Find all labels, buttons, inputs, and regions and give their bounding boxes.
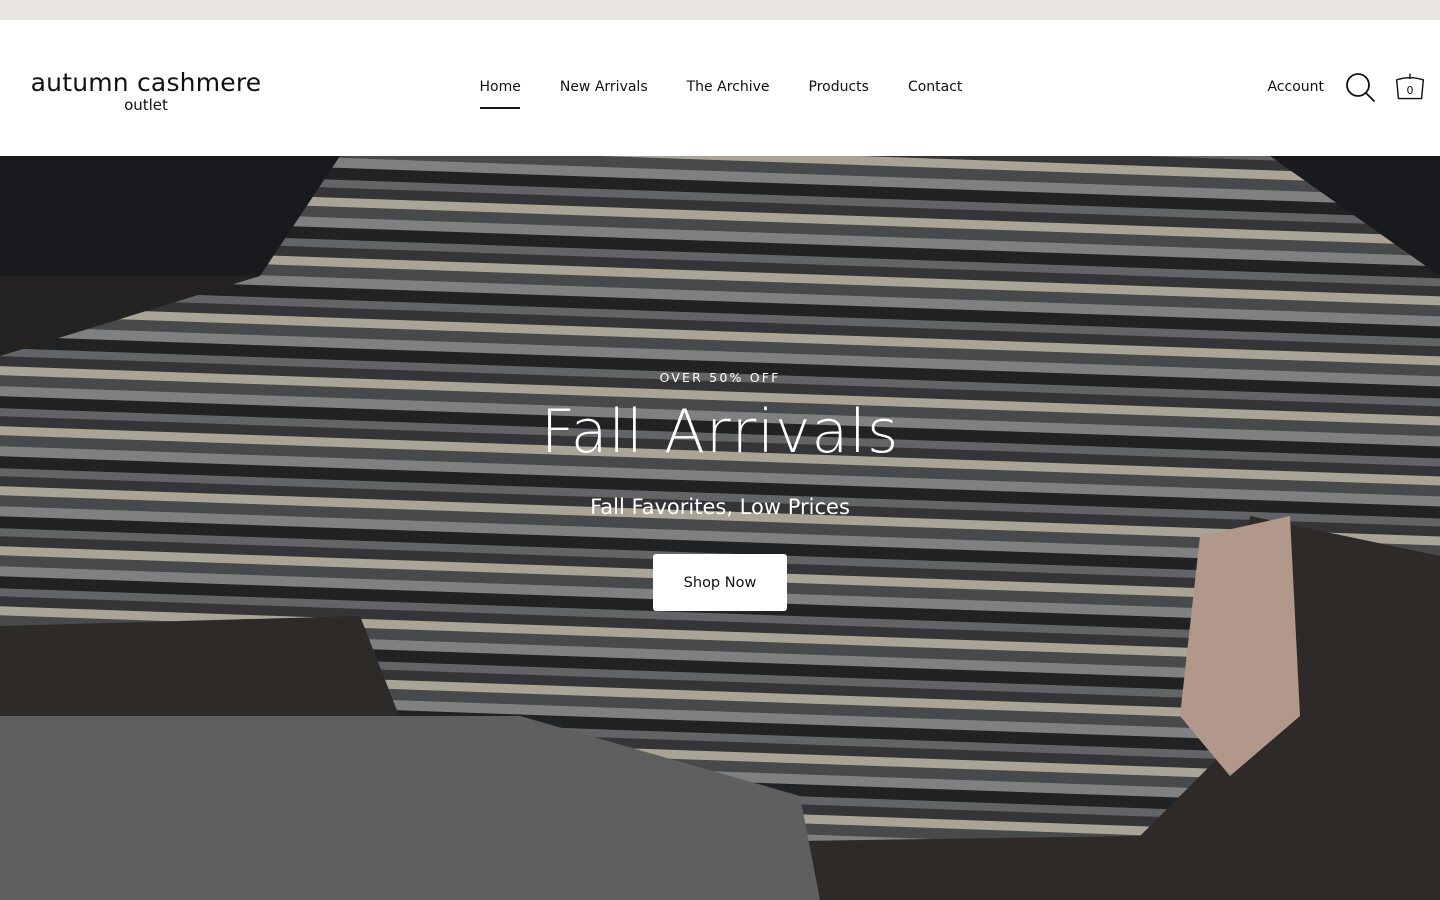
shop-now-button[interactable]: Shop Now — [653, 554, 787, 611]
logo-line1: autumn cashmere — [30, 68, 262, 97]
nav-item-new-arrivals[interactable]: New Arrivals — [540, 73, 667, 103]
main-nav: Home New Arrivals The Archive Products C… — [460, 73, 982, 109]
site-header: autumn cashmere outlet Home New Arrivals… — [0, 20, 1440, 156]
account-link[interactable]: Account — [1267, 79, 1324, 95]
cart-button[interactable]: 0 — [1394, 70, 1426, 104]
hero-content: OVER 50% OFF Fall Arrivals Fall Favorite… — [0, 156, 1440, 900]
search-icon — [1346, 73, 1375, 102]
logo-line2: outlet — [124, 96, 168, 114]
search-button[interactable] — [1344, 70, 1376, 104]
site-logo[interactable]: autumn cashmere outlet — [26, 68, 266, 115]
nav-item-products[interactable]: Products — [789, 73, 888, 103]
hero-banner: OVER 50% OFF Fall Arrivals Fall Favorite… — [0, 156, 1440, 900]
header-actions: Account 0 — [1267, 64, 1426, 110]
announcement-bar — [0, 0, 1440, 20]
cart-count: 0 — [1406, 84, 1414, 97]
nav-item-home[interactable]: Home — [460, 73, 540, 109]
hero-title: Fall Arrivals — [540, 397, 900, 467]
hero-eyebrow: OVER 50% OFF — [659, 370, 781, 385]
nav-item-the-archive[interactable]: The Archive — [667, 73, 789, 103]
nav-item-contact[interactable]: Contact — [888, 73, 981, 103]
hero-subtitle: Fall Favorites, Low Prices — [590, 495, 850, 519]
